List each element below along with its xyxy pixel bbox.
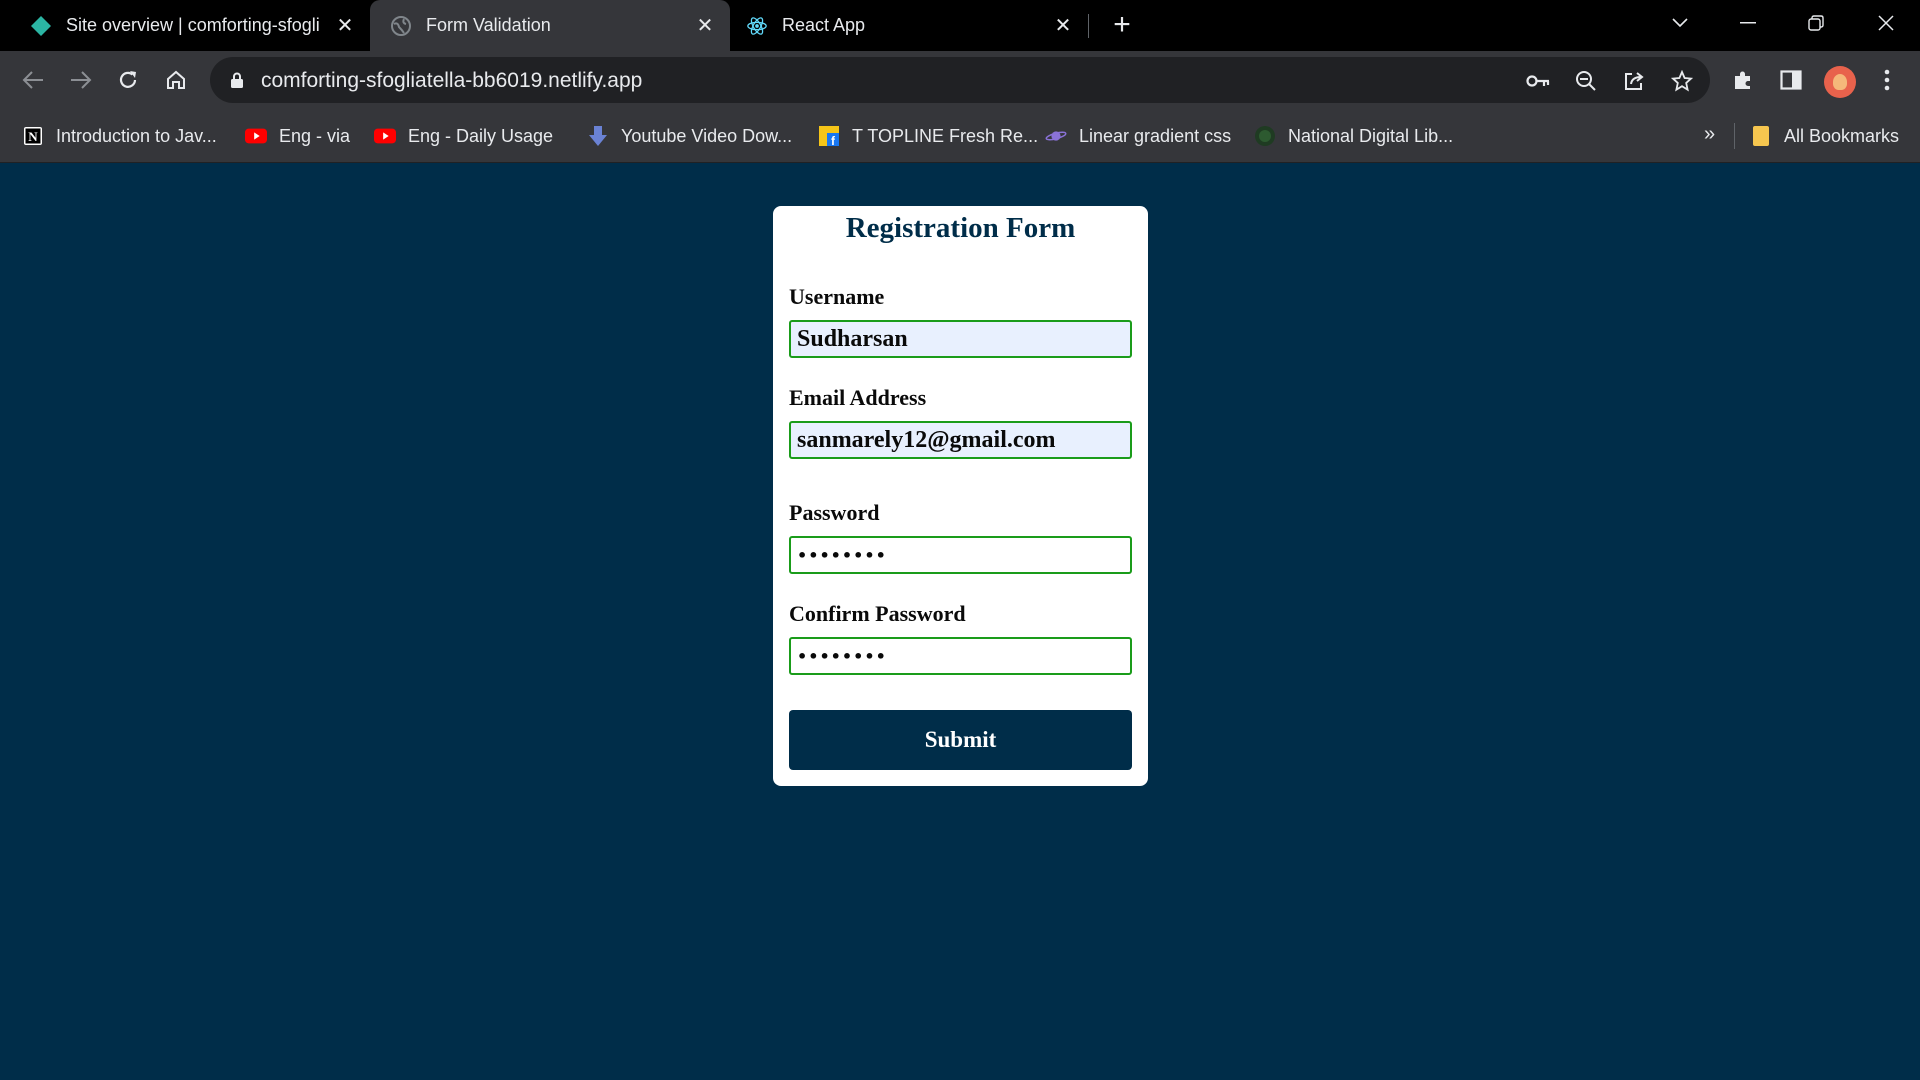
form-title: Registration Form [845,212,1076,244]
email-field[interactable]: sanmarely12@gmail.com [789,421,1132,459]
browser-toolbar: comforting-sfogliatella-bb6019.netlify.a… [0,51,1920,109]
download-arrow-icon [587,125,609,147]
globe-icon [390,15,412,37]
youtube-icon [374,125,396,147]
ndl-logo-icon [1254,125,1276,147]
tab-site-overview[interactable]: Site overview | comforting-sfogli ✕ [0,0,370,51]
bookmarks-separator [1734,123,1735,149]
reload-icon[interactable] [112,64,144,96]
bookmark-item[interactable]: National Digital Lib... [1254,123,1453,149]
close-tab-icon[interactable]: ✕ [694,15,716,37]
folder-icon [1750,125,1772,147]
bookmark-item[interactable]: f T TOPLINE Fresh Re... [818,123,1038,149]
bookmark-item[interactable]: Eng - via [245,123,350,149]
youtube-icon [245,125,267,147]
address-bar[interactable]: comforting-sfogliatella-bb6019.netlify.a… [210,57,1710,103]
extensions-puzzle-icon[interactable] [1729,66,1757,94]
tab-title: Form Validation [426,15,551,35]
close-tab-icon[interactable]: ✕ [1052,15,1074,37]
back-arrow-icon[interactable] [17,64,49,96]
email-label: Email Address [789,385,927,410]
close-window-icon[interactable] [1866,8,1906,38]
close-tab-icon[interactable]: ✕ [334,15,356,37]
bookmark-label: Eng - Daily Usage [408,125,554,146]
address-url[interactable]: comforting-sfogliatella-bb6019.netlify.a… [261,69,642,93]
bookmarks-bar: N Introduction to Jav... Eng - via Eng -… [0,109,1920,163]
password-field[interactable]: •••••••• [789,536,1132,574]
notion-icon: N [22,125,44,147]
tab-title: Site overview | comforting-sfogli [66,15,320,35]
lock-icon[interactable] [230,72,244,94]
username-field[interactable]: Sudharsan [789,320,1132,358]
tab-search-chevron-icon[interactable] [1660,8,1700,38]
tab-form-validation[interactable]: Form Validation ✕ [370,0,730,51]
bookmark-label: Introduction to Jav... [56,125,217,146]
bookmark-star-icon[interactable] [1669,68,1695,94]
saturn-icon [1045,125,1067,147]
tab-title: React App [782,15,866,35]
zoom-out-icon[interactable] [1573,68,1599,94]
tab-separator [1088,14,1089,38]
confirm-password-field[interactable]: •••••••• [789,637,1132,675]
key-icon[interactable] [1525,68,1551,94]
bookmark-item[interactable]: Linear gradient css [1045,123,1231,149]
netlify-diamond-icon [30,15,52,37]
page-content: Registration Form Username Sudharsan Ema… [0,164,1920,1080]
bookmark-label: National Digital Lib... [1288,125,1454,146]
home-icon[interactable] [160,64,192,96]
submit-button[interactable]: Submit [789,710,1132,770]
bookmark-item[interactable]: Youtube Video Dow... [587,123,792,149]
svg-text:N: N [28,129,38,144]
share-icon[interactable] [1621,68,1647,94]
bookmark-item[interactable]: Eng - Daily Usage [374,123,553,149]
bookmark-label: Linear gradient css [1079,125,1232,146]
react-atom-icon [746,15,768,37]
browser-tab-bar: Site overview | comforting-sfogli ✕ Form… [0,0,1920,51]
side-panel-icon[interactable] [1777,66,1805,94]
facebook-like-icon: f [818,125,840,147]
all-bookmarks-button[interactable]: All Bookmarks [1750,123,1899,149]
menu-kebab-icon[interactable] [1873,66,1901,94]
forward-arrow-icon[interactable] [65,64,97,96]
bookmark-item[interactable]: N Introduction to Jav... [22,123,217,149]
registration-form-card: Registration Form Username Sudharsan Ema… [773,206,1148,786]
bookmarks-overflow-button[interactable]: » [1704,123,1715,146]
minimize-icon[interactable] [1728,8,1768,38]
bookmark-label: T TOPLINE Fresh Re... [852,125,1039,146]
bookmark-label: Eng - via [279,125,351,146]
all-bookmarks-label: All Bookmarks [1784,125,1900,146]
restore-icon[interactable] [1796,8,1836,38]
tab-react-app[interactable]: React App ✕ [730,0,1088,51]
confirm-password-label: Confirm Password [789,601,966,626]
password-label: Password [789,500,880,525]
profile-avatar[interactable] [1824,66,1856,98]
bookmark-label: Youtube Video Dow... [621,125,793,146]
username-label: Username [789,284,885,309]
new-tab-button[interactable]: + [1108,10,1136,40]
